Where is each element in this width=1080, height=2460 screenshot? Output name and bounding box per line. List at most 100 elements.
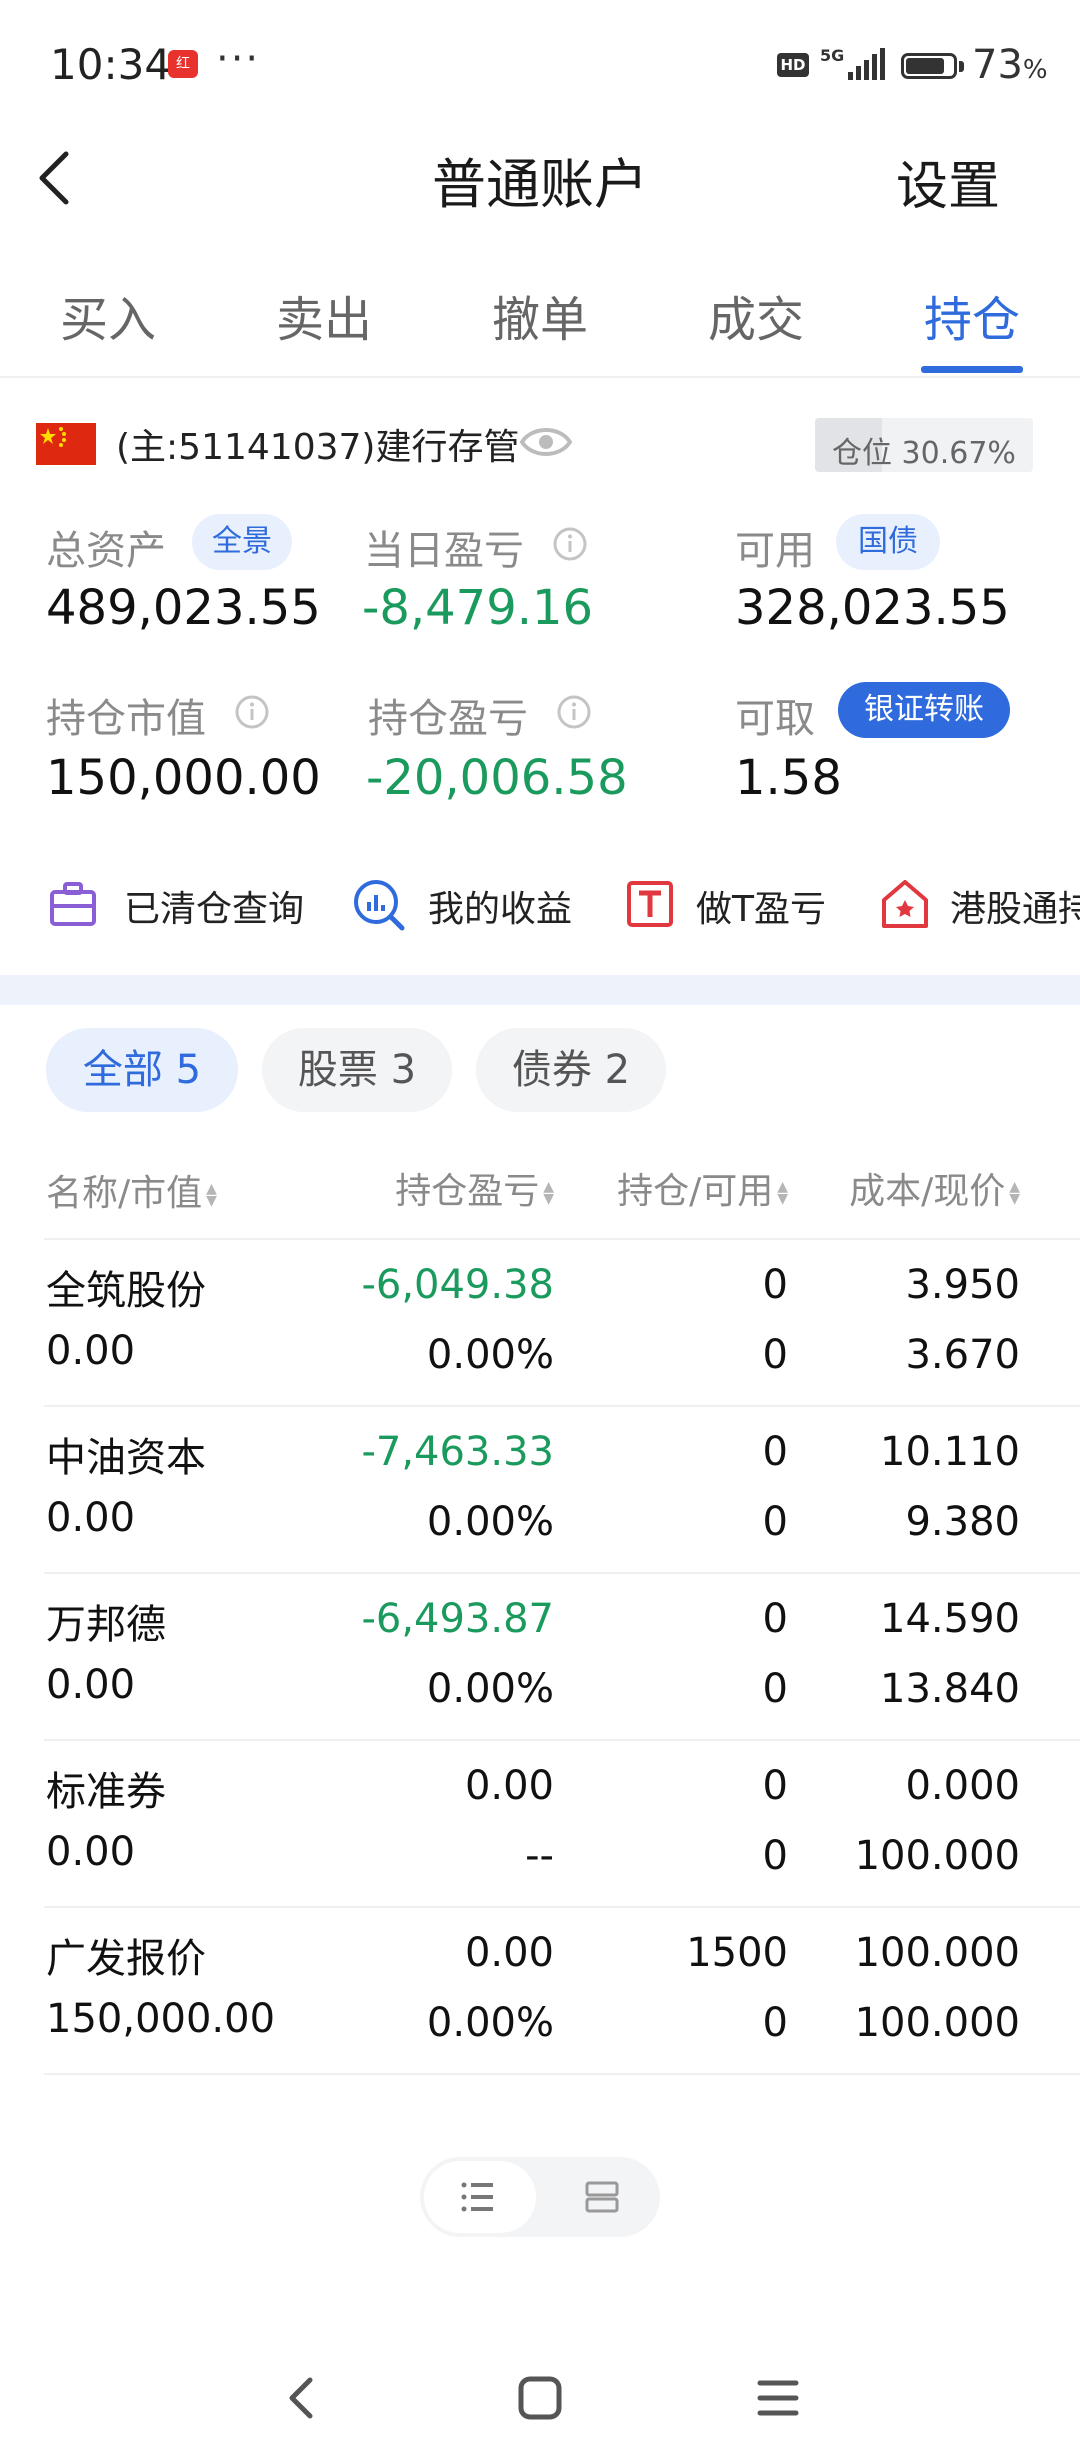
filter-stocks[interactable]: 股票 3 — [262, 1028, 452, 1112]
position-pl-pct: -- — [525, 1833, 554, 1879]
daily-pl-label: 当日盈亏 — [364, 528, 524, 574]
position-pl-pct: 0.00% — [426, 2000, 554, 2046]
sort-icon: ▲ ▼ — [543, 1179, 554, 1207]
account-selector[interactable]: (主:51141037)建行存管 — [116, 418, 519, 470]
t-trade-pl-label: 做T盈亏 — [696, 889, 826, 930]
tab-sell[interactable]: 卖出 — [276, 280, 372, 350]
settings-button[interactable]: 设置 — [896, 144, 1000, 219]
sort-icon: ▲ ▼ — [1009, 1179, 1020, 1207]
stock-name: 标准券 — [46, 1769, 166, 1815]
stock-name: 广发报价 — [46, 1936, 206, 1982]
withdrawable-value: 1.58 — [735, 750, 842, 806]
panorama-button[interactable]: 全景 — [192, 514, 292, 570]
holding-qty: 0 — [762, 1596, 788, 1642]
stock-name: 万邦德 — [46, 1602, 166, 1648]
market-value: 150,000.00 — [46, 1996, 276, 2042]
market-value: 0.00 — [46, 1662, 136, 1708]
cost-price: 10.110 — [880, 1429, 1020, 1475]
my-earnings-button[interactable]: 我的收益 — [352, 876, 632, 936]
available-qty: 0 — [762, 1833, 788, 1879]
filter-all[interactable]: 全部 5 — [46, 1028, 238, 1112]
battery-percent-value: 73 — [972, 42, 1023, 88]
cost-price: 0.000 — [905, 1763, 1020, 1809]
holding-qty: 1500 — [686, 1930, 788, 1976]
status-time: 10:34 — [50, 40, 172, 89]
network-type: 5G — [820, 46, 845, 65]
col-header-cost[interactable]: 成本/现价 ▲ ▼ — [800, 1162, 1020, 1214]
eye-icon[interactable] — [518, 420, 574, 464]
available-qty: 0 — [762, 2000, 788, 2046]
bank-transfer-button[interactable]: 银证转账 — [838, 682, 1010, 738]
china-flag-icon — [36, 423, 96, 465]
position-pl-label: 持仓盈亏 — [368, 696, 528, 742]
col-header-pl-label: 持仓盈亏 — [395, 1171, 540, 1212]
col-header-name[interactable]: 名称/市值 ▲ ▼ — [46, 1164, 217, 1216]
cleared-positions-label: 已清仓查询 — [124, 889, 305, 930]
position-pl: -7,463.33 — [361, 1429, 554, 1475]
cost-price: 100.000 — [854, 1930, 1020, 1976]
t-box-icon — [627, 881, 673, 927]
holding-qty: 0 — [762, 1262, 788, 1308]
holding-qty: 0 — [762, 1763, 788, 1809]
position-pl-pct: 0.00% — [426, 1666, 554, 1712]
cleared-positions-button[interactable]: 已清仓查询 — [48, 876, 368, 936]
cost-price: 3.950 — [905, 1262, 1020, 1308]
available-qty: 0 — [762, 1332, 788, 1378]
sort-icon: ▲ ▼ — [206, 1181, 217, 1209]
briefcase-icon — [50, 882, 96, 926]
market-value-label: 持仓市值 — [46, 696, 206, 742]
info-icon[interactable] — [234, 694, 270, 730]
withdrawable-label: 可取 — [735, 696, 815, 742]
position-pl-pct: 0.00% — [426, 1332, 554, 1378]
position-pl-value: -20,006.58 — [366, 750, 628, 806]
list-view-icon[interactable] — [460, 2180, 496, 2214]
nav-back-icon[interactable] — [272, 2368, 332, 2428]
row-divider — [44, 2073, 1080, 2075]
info-icon[interactable] — [552, 526, 588, 562]
col-header-holding[interactable]: 持仓/可用 ▲ ▼ — [570, 1162, 788, 1214]
info-icon[interactable] — [556, 694, 592, 730]
my-earnings-label: 我的收益 — [428, 889, 573, 930]
filter-bonds[interactable]: 债券 2 — [476, 1028, 666, 1112]
current-price: 100.000 — [854, 1833, 1020, 1879]
col-header-pl[interactable]: 持仓盈亏 ▲ ▼ — [330, 1162, 554, 1214]
tab-positions[interactable]: 持仓 — [924, 280, 1020, 350]
position-pl: 0.00 — [464, 1930, 554, 1976]
section-separator — [0, 975, 1080, 1005]
card-view-icon[interactable] — [584, 2180, 620, 2214]
battery-percent-unit: % — [1022, 55, 1048, 85]
t-trade-pl-button[interactable]: 做T盈亏 — [626, 876, 866, 936]
position-pl-pct: 0.00% — [426, 1499, 554, 1545]
hk-connect-button[interactable]: 港股通持 — [880, 876, 1080, 936]
sort-icon: ▲ ▼ — [777, 1179, 788, 1207]
available-qty: 0 — [762, 1666, 788, 1712]
nav-home-icon[interactable] — [510, 2368, 570, 2428]
market-value: 0.00 — [46, 1829, 136, 1875]
app-notification-icon: 红 — [168, 50, 198, 78]
nav-menu-icon[interactable] — [748, 2368, 808, 2428]
tab-cancel[interactable]: 撤单 — [492, 280, 588, 350]
tab-deals[interactable]: 成交 — [708, 280, 804, 350]
available-label: 可用 — [735, 528, 815, 574]
hk-connect-label: 港股通持 — [950, 889, 1080, 930]
signal-icon — [848, 48, 885, 80]
position-pl: 0.00 — [464, 1763, 554, 1809]
current-price: 3.670 — [905, 1332, 1020, 1378]
chart-search-icon — [354, 880, 405, 931]
total-assets-value: 489,023.55 — [46, 580, 321, 636]
col-header-holding-label: 持仓/可用 — [617, 1171, 774, 1212]
market-value: 0.00 — [46, 1495, 136, 1541]
position-pl: -6,493.87 — [361, 1596, 554, 1642]
stock-name: 中油资本 — [46, 1435, 206, 1481]
available-qty: 0 — [762, 1499, 788, 1545]
current-price: 9.380 — [905, 1499, 1020, 1545]
treasury-button[interactable]: 国债 — [836, 514, 940, 570]
current-price: 100.000 — [854, 2000, 1020, 2046]
market-value-value: 150,000.00 — [46, 750, 321, 806]
divider — [0, 376, 1080, 378]
more-notifications-icon: ··· — [216, 36, 261, 82]
tab-buy[interactable]: 买入 — [60, 280, 156, 350]
battery-percent: 73% — [972, 42, 1048, 88]
position-pl: -6,049.38 — [361, 1262, 554, 1308]
position-ratio-text: 仓位 30.67% — [832, 436, 1016, 471]
